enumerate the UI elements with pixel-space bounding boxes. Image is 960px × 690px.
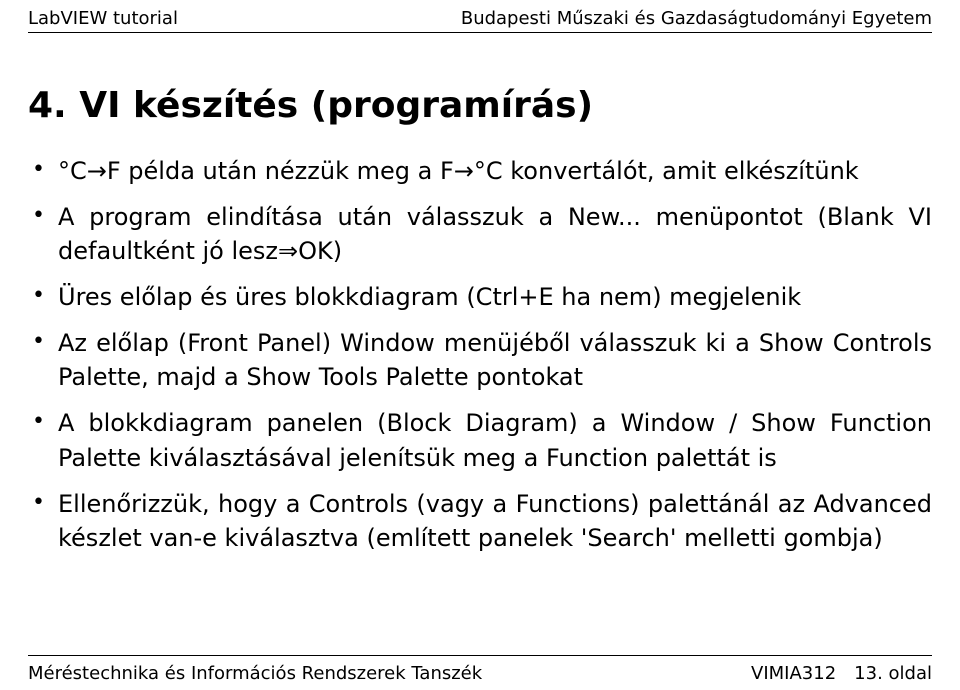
list-item: • A program elindítása után válasszuk a N… bbox=[28, 200, 932, 268]
page-title: 4. VI készítés (programírás) bbox=[28, 85, 932, 126]
list-item-text: A blokkdiagram panelen (Block Diagram) a… bbox=[58, 409, 932, 471]
footer-page: 13. oldal bbox=[854, 663, 932, 684]
page-header: LabVIEW tutorial Budapesti Műszaki és Ga… bbox=[0, 0, 960, 32]
list-item: • A blokkdiagram panelen (Block Diagram) … bbox=[28, 406, 932, 474]
bullet-icon: • bbox=[32, 326, 45, 357]
list-item-text: Ellenőrizzük, hogy a Controls (vagy a Fu… bbox=[58, 490, 932, 552]
bullet-icon: • bbox=[32, 406, 45, 437]
footer-left: Méréstechnika és Információs Rendszerek … bbox=[28, 663, 482, 684]
list-item-text: Üres előlap és üres blokkdiagram (Ctrl+E… bbox=[58, 283, 801, 311]
footer-right: VIMIA312 13. oldal bbox=[751, 663, 932, 684]
list-item-text: A program elindítása után válasszuk a Ne… bbox=[58, 203, 932, 265]
page-footer: Méréstechnika és Információs Rendszerek … bbox=[28, 663, 932, 684]
footer-course: VIMIA312 bbox=[751, 663, 836, 684]
page-content: 4. VI készítés (programírás) • °C→F példa… bbox=[0, 33, 960, 555]
list-item: • Az előlap (Front Panel) Window menüjébő… bbox=[28, 326, 932, 394]
list-item: • Ellenőrizzük, hogy a Controls (vagy a F… bbox=[28, 487, 932, 555]
footer-rule bbox=[28, 655, 932, 656]
list-item: • °C→F példa után nézzük meg a F→°C konve… bbox=[28, 154, 932, 188]
header-left: LabVIEW tutorial bbox=[28, 8, 178, 29]
header-right: Budapesti Műszaki és Gazdaságtudományi E… bbox=[461, 8, 932, 29]
bullet-icon: • bbox=[32, 154, 45, 185]
bullet-icon: • bbox=[32, 487, 45, 518]
bullet-list: • °C→F példa után nézzük meg a F→°C konve… bbox=[28, 154, 932, 555]
list-item-text: °C→F példa után nézzük meg a F→°C konver… bbox=[58, 157, 859, 185]
bullet-icon: • bbox=[32, 280, 45, 311]
list-item: • Üres előlap és üres blokkdiagram (Ctrl+… bbox=[28, 280, 932, 314]
bullet-icon: • bbox=[32, 200, 45, 231]
list-item-text: Az előlap (Front Panel) Window menüjéből… bbox=[58, 329, 932, 391]
